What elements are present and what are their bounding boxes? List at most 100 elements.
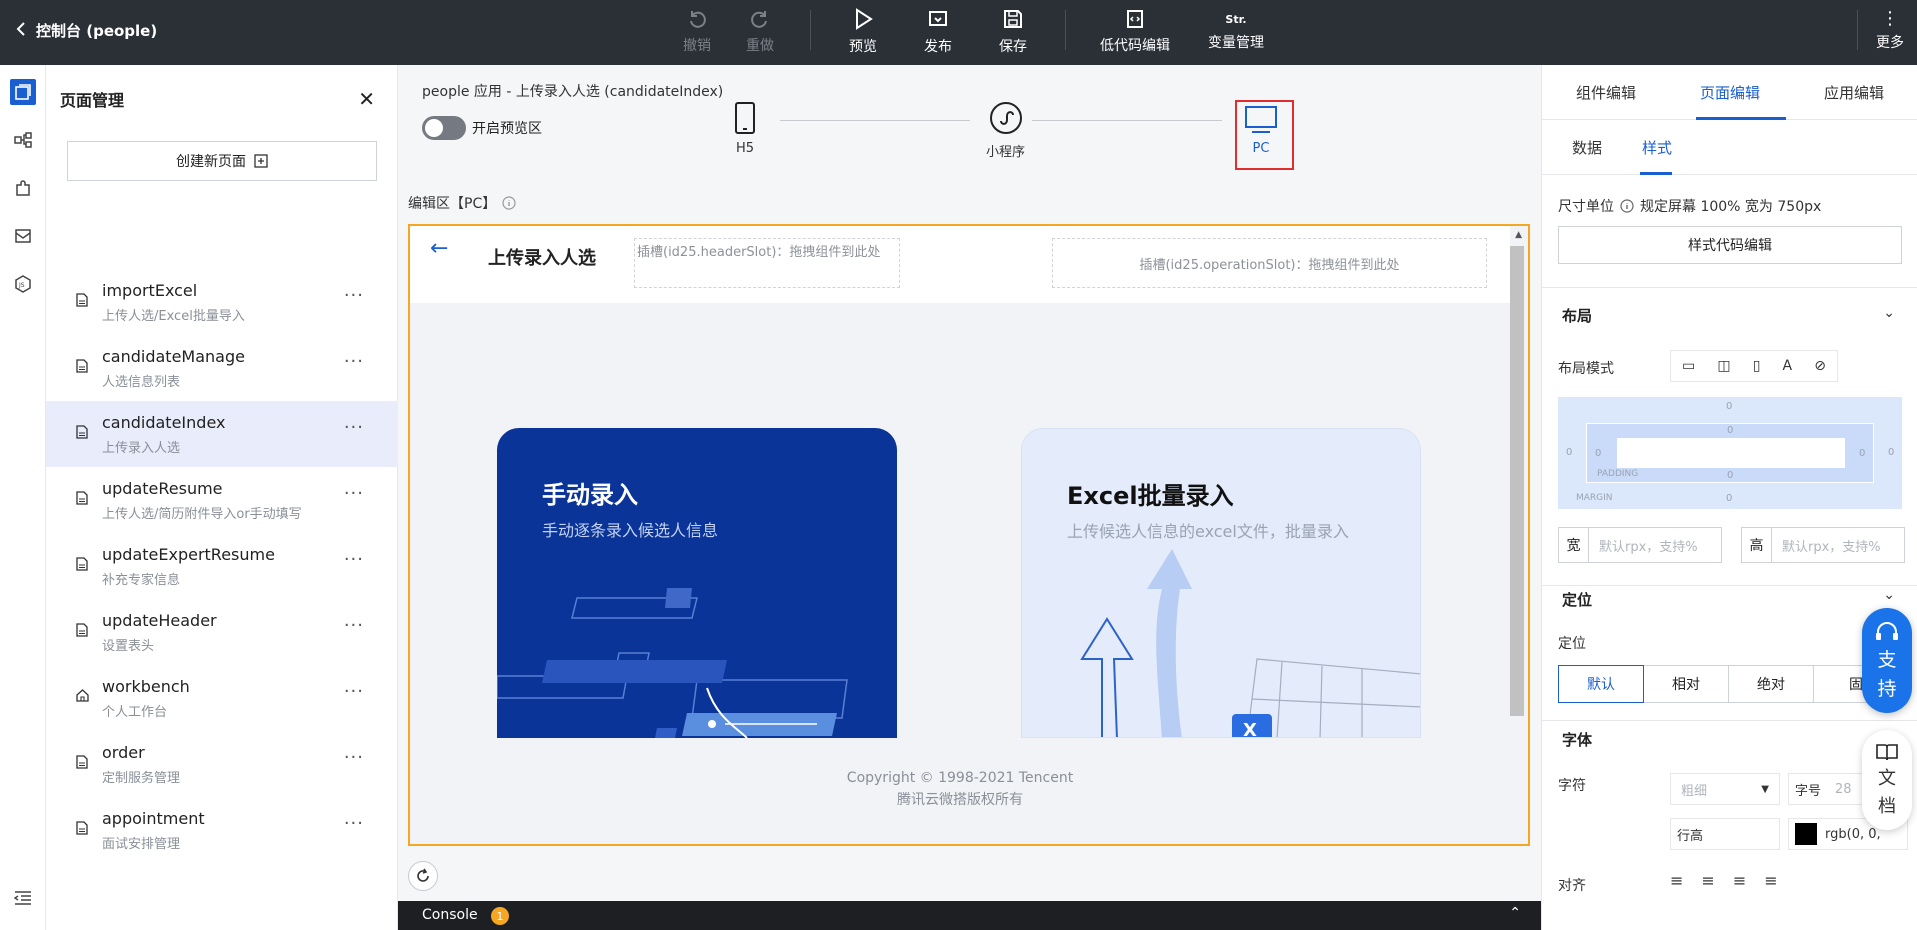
page-name: workbench xyxy=(102,677,190,696)
box-model-editor[interactable]: 0 0 0 0 MARGIN 0 0 0 0 PADDING xyxy=(1558,397,1902,509)
info-icon[interactable] xyxy=(1620,199,1634,213)
color-swatch[interactable] xyxy=(1795,823,1817,845)
page-item-importExcel[interactable]: importExcel 上传人选/Excel批量导入 ··· xyxy=(46,269,398,335)
position-default[interactable]: 默认 xyxy=(1558,665,1644,703)
more-horizontal-icon[interactable]: ··· xyxy=(344,549,364,570)
layout-block-icon[interactable]: ▭ xyxy=(1682,358,1695,374)
tab-component-edit[interactable]: 组件编辑 xyxy=(1576,82,1636,103)
more-button[interactable]: ⋮ 更多 xyxy=(1868,6,1912,58)
refresh-button[interactable] xyxy=(408,861,438,891)
preview-toggle[interactable] xyxy=(422,116,466,140)
layout-text-icon[interactable]: A xyxy=(1783,358,1793,374)
str-icon: Str. xyxy=(1225,12,1247,26)
page-item-order[interactable]: order 定制服务管理 ··· xyxy=(46,731,398,797)
device-h5[interactable]: H5 xyxy=(734,101,756,156)
line-height-label: 行高 xyxy=(1677,828,1704,844)
layout-inline-icon[interactable]: ▯ xyxy=(1753,358,1761,374)
component-tree-icon[interactable] xyxy=(10,127,36,153)
file-icon xyxy=(76,359,88,377)
variable-manage-button[interactable]: Str. 变量管理 xyxy=(1200,6,1272,58)
margin-bottom-value[interactable]: 0 xyxy=(1726,493,1732,504)
subtab-style[interactable]: 样式 xyxy=(1642,137,1672,158)
margin-top-value[interactable]: 0 xyxy=(1726,401,1732,412)
page-item-updateHeader[interactable]: updateHeader 设置表头 ··· xyxy=(46,599,398,665)
create-page-button[interactable]: 创建新页面 xyxy=(67,141,377,181)
header-slot[interactable]: 插槽(id25.headerSlot)：拖拽组件到此处 xyxy=(634,238,900,288)
chevron-up-icon[interactable]: ⌃ xyxy=(1509,905,1521,921)
js-code-icon[interactable]: JS xyxy=(10,271,36,297)
more-horizontal-icon[interactable]: ··· xyxy=(344,351,364,372)
arrow-left-icon[interactable]: ← xyxy=(430,236,448,261)
scroll-up-icon[interactable]: ▲ xyxy=(1515,230,1522,240)
operation-slot[interactable]: 插槽(id25.operationSlot)：拖拽组件到此处 xyxy=(1052,238,1487,288)
height-field[interactable]: 高 默认rpx，支持% xyxy=(1741,527,1905,563)
back-to-console[interactable]: 控制台 (people) xyxy=(16,20,157,41)
margin-right-value[interactable]: 0 xyxy=(1888,447,1894,458)
page-item-candidateManage[interactable]: candidateManage 人选信息列表 ··· xyxy=(46,335,398,401)
collapse-menu-icon[interactable] xyxy=(10,885,36,911)
redo-button[interactable]: 重做 xyxy=(725,6,795,58)
canvas-scrollbar[interactable] xyxy=(1510,246,1524,716)
padding-bottom-value[interactable]: 0 xyxy=(1727,470,1733,481)
more-horizontal-icon[interactable]: ··· xyxy=(344,483,364,504)
tab-page-edit[interactable]: 页面编辑 xyxy=(1700,82,1760,103)
plugin-icon[interactable] xyxy=(10,175,36,201)
info-icon[interactable] xyxy=(502,196,516,210)
tab-app-edit[interactable]: 应用编辑 xyxy=(1824,82,1884,103)
font-weight-select[interactable]: 粗细 ▼ xyxy=(1670,773,1780,805)
line-height-field[interactable]: 行高 xyxy=(1670,818,1780,850)
chevron-down-icon[interactable]: ⌄ xyxy=(1883,305,1895,321)
more-horizontal-icon[interactable]: ··· xyxy=(344,747,364,768)
data-source-icon[interactable] xyxy=(10,223,36,249)
more-horizontal-icon[interactable]: ··· xyxy=(344,615,364,636)
support-label-2: 持 xyxy=(1877,677,1897,700)
margin-left-value[interactable]: 0 xyxy=(1566,447,1572,458)
width-placeholder[interactable]: 默认rpx，支持% xyxy=(1589,536,1698,555)
padding-left-value[interactable]: 0 xyxy=(1595,448,1601,459)
more-horizontal-icon[interactable]: ··· xyxy=(344,681,364,702)
align-justify-icon[interactable]: ≡ xyxy=(1764,871,1777,890)
preview-button[interactable]: 预览 xyxy=(828,6,898,58)
pc-canvas[interactable]: ← 上传录入人选 插槽(id25.headerSlot)：拖拽组件到此处 插槽(… xyxy=(408,224,1530,846)
lowcode-edit-button[interactable]: 低代码编辑 xyxy=(1095,6,1175,58)
section-divider xyxy=(1542,585,1917,586)
undo-button[interactable]: 撤销 xyxy=(662,6,732,58)
align-right-icon[interactable]: ≡ xyxy=(1733,871,1746,890)
align-left-icon[interactable]: ≡ xyxy=(1670,871,1683,890)
padding-right-value[interactable]: 0 xyxy=(1859,448,1865,459)
device-pc[interactable]: PC xyxy=(1244,105,1278,156)
manual-entry-card[interactable]: 手动录入 手动逐条录入候选人信息 xyxy=(497,428,897,738)
page-item-workbench[interactable]: workbench 个人工作台 ··· xyxy=(46,665,398,731)
align-center-icon[interactable]: ≡ xyxy=(1701,871,1714,890)
position-relative[interactable]: 相对 xyxy=(1643,665,1729,703)
more-horizontal-icon[interactable]: ··· xyxy=(344,417,364,438)
subtab-data[interactable]: 数据 xyxy=(1572,137,1602,158)
page-item-updateResume[interactable]: updateResume 上传人选/简历附件导入or手动填写 ··· xyxy=(46,467,398,533)
docs-float-button[interactable]: 文 档 xyxy=(1862,730,1912,830)
save-button[interactable]: 保存 xyxy=(978,6,1048,58)
excel-import-card[interactable]: Excel批量录入 上传候选人信息的excel文件，批量录入 X xyxy=(1021,428,1421,738)
padding-top-value[interactable]: 0 xyxy=(1727,425,1733,436)
more-horizontal-icon[interactable]: ··· xyxy=(344,813,364,834)
layout-flex-icon[interactable]: ◫ xyxy=(1717,358,1730,374)
support-float-button[interactable]: 支 持 xyxy=(1862,608,1912,713)
font-size-value[interactable]: 28 xyxy=(1827,782,1852,797)
page-item-updateExpertResume[interactable]: updateExpertResume 补充专家信息 ··· xyxy=(46,533,398,599)
publish-button[interactable]: 发布 xyxy=(903,6,973,58)
position-absolute[interactable]: 绝对 xyxy=(1728,665,1814,703)
content-box xyxy=(1617,438,1845,468)
chevron-down-icon[interactable]: ⌄ xyxy=(1883,587,1895,603)
page-item-candidateIndex[interactable]: candidateIndex 上传录入人选 ··· xyxy=(46,401,398,467)
width-field[interactable]: 宽 默认rpx，支持% xyxy=(1558,527,1722,563)
font-color-value[interactable]: rgb(0, 0, xyxy=(1825,827,1881,842)
console-bar[interactable]: Console 1 ⌃ xyxy=(398,901,1541,930)
eye-off-icon[interactable]: ⊘ xyxy=(1814,358,1826,374)
device-miniprogram[interactable]: 小程序 xyxy=(986,101,1025,160)
height-placeholder[interactable]: 默认rpx，支持% xyxy=(1772,536,1881,555)
style-code-edit-button[interactable]: 样式代码编辑 xyxy=(1558,226,1902,264)
close-icon[interactable]: ✕ xyxy=(358,87,375,111)
more-horizontal-icon[interactable]: ··· xyxy=(344,285,364,306)
page-item-appointment[interactable]: appointment 面试安排管理 ··· xyxy=(46,797,398,863)
pages-icon[interactable] xyxy=(10,79,36,105)
file-icon xyxy=(76,425,88,443)
